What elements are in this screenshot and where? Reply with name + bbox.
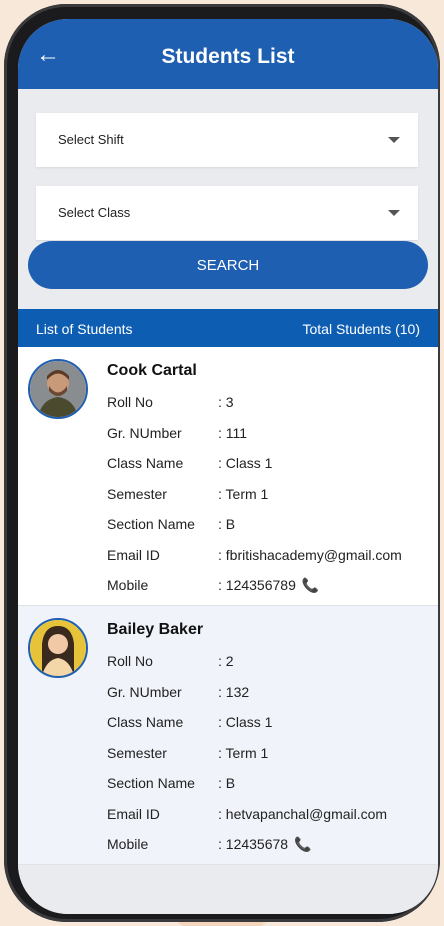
app-screen: ← Students List Select Shift Select Clas… xyxy=(18,19,438,914)
field-label: Section Name xyxy=(107,775,195,791)
mobile-number: : 124356789 xyxy=(218,577,296,593)
field-value: : 2 xyxy=(218,653,234,669)
field-label: Email ID xyxy=(107,806,160,822)
field-value: : 111 xyxy=(218,425,248,441)
avatar xyxy=(28,618,88,678)
field-value: : Class 1 xyxy=(218,455,273,471)
phone-icon[interactable]: 📞 xyxy=(294,836,311,853)
shift-select[interactable]: Select Shift xyxy=(36,113,418,167)
search-button[interactable]: SEARCH xyxy=(28,241,428,289)
field-value: : B xyxy=(218,516,236,532)
avatar xyxy=(28,359,88,419)
chevron-down-icon xyxy=(388,137,400,143)
field-value: : Class 1 xyxy=(218,714,273,730)
total-students: Total Students (10) xyxy=(302,321,420,337)
field-label: Gr. NUmber xyxy=(107,684,182,700)
field-label: Class Name xyxy=(107,455,184,471)
shift-select-label: Select Shift xyxy=(58,132,124,147)
field-label: Email ID xyxy=(107,547,160,563)
field-label: Gr. NUmber xyxy=(107,425,182,441)
list-header: List of Students Total Students (10) xyxy=(18,309,438,347)
chevron-down-icon xyxy=(388,210,400,216)
student-card[interactable]: Bailey Baker Roll No : 2 Gr. NUmber : 13… xyxy=(18,606,438,865)
field-label: Mobile xyxy=(107,836,149,852)
field-label: Semester xyxy=(107,486,167,502)
field-value: : 3 xyxy=(218,394,234,410)
class-select[interactable]: Select Class xyxy=(36,186,418,240)
mobile-value: : 124356789 📞 xyxy=(218,577,319,594)
list-footer-area xyxy=(18,865,438,914)
class-select-label: Select Class xyxy=(58,205,131,220)
field-value: : Term 1 xyxy=(218,486,269,502)
field-value: : 132 xyxy=(218,684,250,700)
field-label: Class Name xyxy=(107,714,184,730)
mobile-number: : 12435678 xyxy=(218,836,289,852)
phone-icon[interactable]: 📞 xyxy=(302,577,319,594)
field-value: : B xyxy=(218,775,236,791)
email-value: : hetvapanchal@gmail.com xyxy=(218,806,388,822)
phone-frame: ← Students List Select Shift Select Clas… xyxy=(4,4,440,922)
student-card[interactable]: Cook Cartal Roll No : 3 Gr. NUmber : 111… xyxy=(18,347,438,606)
student-name: Bailey Baker xyxy=(107,621,204,638)
mobile-value: : 12435678 📞 xyxy=(218,836,312,853)
field-label: Roll No xyxy=(107,394,153,410)
field-label: Mobile xyxy=(107,577,149,593)
app-bar: ← Students List xyxy=(18,19,438,89)
list-title: List of Students xyxy=(36,321,133,337)
page-title: Students List xyxy=(161,45,295,68)
field-label: Roll No xyxy=(107,653,153,669)
field-value: : Term 1 xyxy=(218,745,269,761)
field-label: Semester xyxy=(107,745,167,761)
student-name: Cook Cartal xyxy=(107,362,197,379)
field-label: Section Name xyxy=(107,516,195,532)
email-value: : fbritishacademy@gmail.com xyxy=(218,547,402,563)
